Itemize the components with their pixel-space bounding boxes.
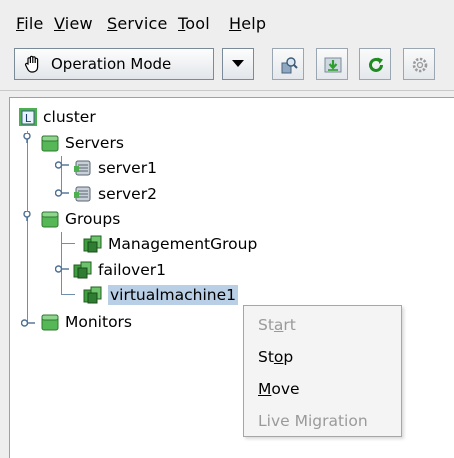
expanded-handle-icon[interactable] xyxy=(21,211,35,221)
tree-node-monitors[interactable]: Monitors xyxy=(40,310,132,334)
server-icon xyxy=(74,186,91,202)
tree-label: cluster xyxy=(43,108,96,126)
folder-icon xyxy=(41,211,59,228)
folder-icon xyxy=(41,135,59,152)
tree-line xyxy=(27,131,28,325)
tree-label: server2 xyxy=(98,185,157,203)
refresh-icon xyxy=(369,57,383,72)
server-icon xyxy=(74,160,91,176)
hand-icon xyxy=(24,55,39,73)
menu-file[interactable]: File xyxy=(16,14,44,33)
tree-node-virtualmachine1[interactable]: virtualmachine1 xyxy=(83,283,239,307)
group-icon xyxy=(83,235,102,253)
collapsed-handle-icon[interactable] xyxy=(55,160,69,170)
tree-label: server1 xyxy=(98,159,157,177)
menu-bar: File View Service Tool Help xyxy=(0,0,454,42)
tree-node-managementgroup[interactable]: ManagementGroup xyxy=(83,232,257,256)
tree-node-servers[interactable]: Servers xyxy=(40,131,124,155)
mode-dropdown-button[interactable] xyxy=(222,48,254,80)
menu-item-live-migration[interactable]: Live Migration xyxy=(258,412,368,430)
tree-line xyxy=(61,294,75,295)
settings-icon xyxy=(412,57,428,73)
download-icon xyxy=(324,57,342,73)
cluster-icon: L xyxy=(19,108,37,126)
menu-view[interactable]: View xyxy=(54,14,93,33)
browse-icon xyxy=(281,57,298,74)
tree-node-groups[interactable]: Groups xyxy=(40,207,120,231)
folder-icon xyxy=(41,314,59,331)
group-icon xyxy=(73,261,92,279)
mode-label: Operation Mode xyxy=(51,55,172,73)
tree-line xyxy=(61,243,75,244)
tree-node-server1[interactable]: server1 xyxy=(73,156,157,180)
download-button[interactable] xyxy=(316,48,348,80)
tree-label: Groups xyxy=(65,210,121,228)
menu-service[interactable]: Service xyxy=(107,14,168,33)
tree-label: Servers xyxy=(65,134,124,152)
tree-node-cluster[interactable]: L cluster xyxy=(18,105,96,129)
menu-item-start[interactable]: Start xyxy=(258,316,296,334)
tree-line xyxy=(61,232,62,294)
browse-button[interactable] xyxy=(272,48,304,80)
toolbar-separator xyxy=(0,90,454,91)
caret-down-icon xyxy=(232,60,244,67)
menu-tool[interactable]: Tool xyxy=(178,14,210,33)
settings-button[interactable] xyxy=(403,48,435,80)
tree-label: Monitors xyxy=(65,313,132,331)
menu-item-stop[interactable]: Stop xyxy=(258,348,293,366)
collapsed-handle-icon[interactable] xyxy=(21,318,35,328)
menu-help[interactable]: Help xyxy=(229,14,266,33)
collapsed-handle-icon[interactable] xyxy=(55,188,69,198)
tree-label: ManagementGroup xyxy=(108,235,258,253)
svg-text:L: L xyxy=(25,112,32,125)
collapsed-handle-icon[interactable] xyxy=(55,264,69,274)
tree-label: failover1 xyxy=(98,261,166,279)
menu-item-move[interactable]: Move xyxy=(258,380,300,398)
refresh-button[interactable] xyxy=(359,48,391,80)
mode-select[interactable]: Operation Mode xyxy=(14,48,214,80)
context-menu: Start Stop Move Live Migration xyxy=(243,305,402,437)
expanded-handle-icon[interactable] xyxy=(21,133,35,143)
group-icon xyxy=(83,286,102,304)
tree-label: virtualmachine1 xyxy=(108,285,239,305)
tree-node-server2[interactable]: server2 xyxy=(73,182,157,206)
tree-node-failover1[interactable]: failover1 xyxy=(73,258,166,282)
